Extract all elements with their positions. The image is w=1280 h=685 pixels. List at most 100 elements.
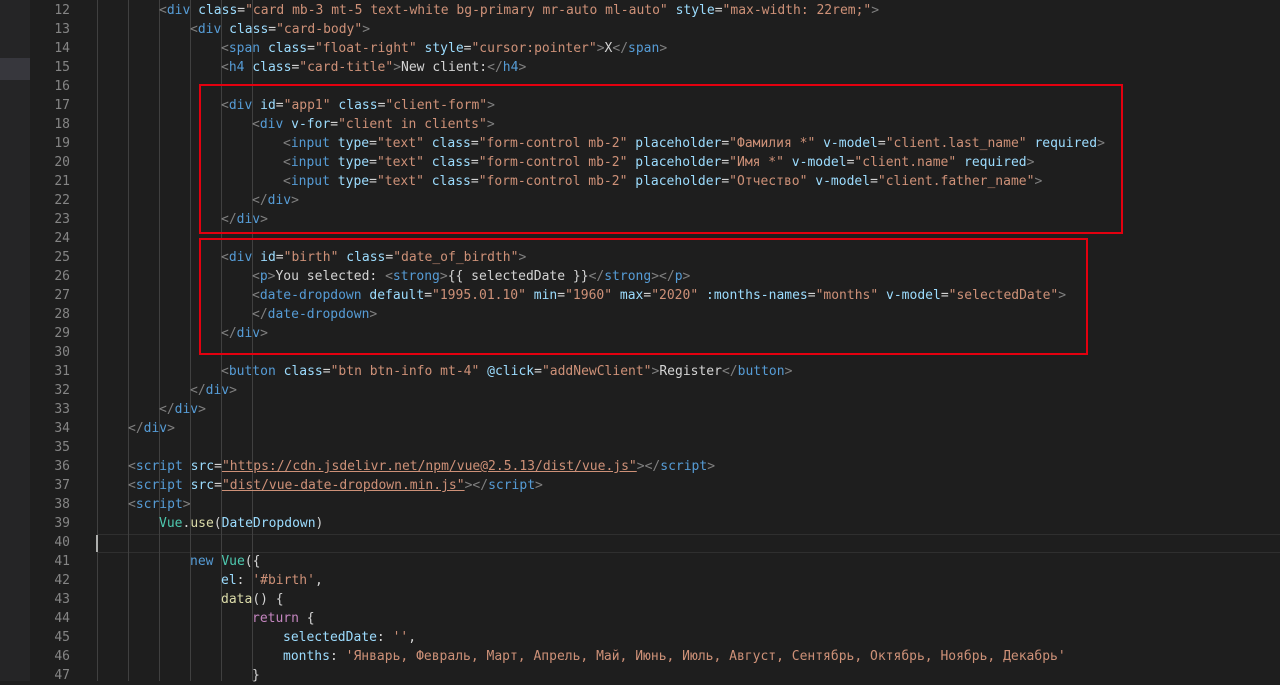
code-line[interactable]: 35 — [0, 438, 1280, 457]
code-token: @click — [487, 364, 535, 379]
line-number: 29 — [54, 326, 70, 341]
line-text: </div> — [159, 400, 206, 419]
code-line[interactable]: 46 months: 'Январь, Февраль, Март, Апрель… — [0, 647, 1280, 666]
code-line[interactable]: 34 </div> — [0, 419, 1280, 438]
code-token: </ — [159, 402, 175, 417]
code-token: </ — [190, 383, 206, 398]
code-token: = — [237, 3, 246, 18]
code-token: </ — [612, 41, 629, 56]
code-token: span — [228, 41, 261, 56]
code-token: selectedDate — [283, 630, 377, 645]
code-line[interactable]: 37 <script src="dist/vue-date-dropdown.mi… — [0, 476, 1280, 495]
line-text: </div> — [190, 381, 237, 400]
code-token: Vue — [221, 554, 245, 569]
line-number: 44 — [54, 611, 70, 626]
code-token: style — [675, 3, 715, 18]
line-text: <div class="card-body"> — [190, 20, 370, 39]
line-number: 25 — [54, 250, 70, 265]
code-token: > — [182, 497, 191, 512]
code-line[interactable]: 39 Vue.use(DateDropdown) — [0, 514, 1280, 533]
code-token: = — [214, 478, 222, 493]
line-number: 30 — [54, 345, 70, 360]
code-token: script — [488, 478, 536, 493]
code-token: script — [135, 459, 183, 474]
code-token: "card-body" — [276, 22, 363, 37]
code-line[interactable]: 44 return { — [0, 609, 1280, 628]
code-token: > — [167, 421, 175, 436]
code-token: { — [298, 611, 315, 626]
code-line[interactable]: 43 data() { — [0, 590, 1280, 609]
line-number: 20 — [54, 155, 70, 170]
code-token: script — [660, 459, 708, 474]
code-line[interactable]: 41 new Vue({ — [0, 552, 1280, 571]
code-token: class — [283, 364, 323, 379]
line-number: 18 — [54, 117, 70, 132]
code-token: > — [659, 41, 668, 56]
code-token: months — [283, 649, 330, 664]
code-token: style — [424, 41, 464, 56]
line-number: 36 — [54, 459, 70, 474]
code-line[interactable]: 12 <div class="card mb-3 mt-5 text-white … — [0, 1, 1280, 20]
code-token: el — [221, 573, 237, 588]
code-token: ( — [213, 516, 222, 531]
line-number: 42 — [54, 573, 70, 588]
code-token: > — [362, 22, 371, 37]
line-text: <button class="btn btn-info mt-4" @click… — [221, 362, 792, 381]
code-token: () { — [252, 592, 284, 607]
code-token: < — [128, 478, 136, 493]
line-number: 26 — [54, 269, 70, 284]
code-token: = — [307, 41, 315, 56]
line-number: 32 — [54, 383, 70, 398]
line-number: 39 — [54, 516, 70, 531]
code-token: : — [376, 630, 393, 645]
code-token: > — [198, 402, 206, 417]
code-line[interactable]: 31 <button class="btn btn-info mt-4" @cli… — [0, 362, 1280, 381]
code-token: src — [190, 459, 215, 474]
code-token: "card-title" — [299, 60, 394, 75]
line-number: 22 — [54, 193, 70, 208]
code-line[interactable]: 45 selectedDate: '', — [0, 628, 1280, 647]
code-token: div — [205, 383, 230, 398]
code-token: </ — [487, 60, 503, 75]
line-text: <span class="float-right" style="cursor:… — [221, 39, 667, 58]
line-number: 46 — [54, 649, 70, 664]
line-number: 28 — [54, 307, 70, 322]
code-line[interactable]: 33 </div> — [0, 400, 1280, 419]
code-token: button — [228, 364, 276, 379]
code-line[interactable]: 47} — [0, 666, 1280, 685]
code-token: : — [329, 649, 346, 664]
code-line[interactable]: 15 <h4 class="card-title">New client:</h4… — [0, 58, 1280, 77]
code-line[interactable]: 38 <script> — [0, 495, 1280, 514]
code-token: class — [198, 3, 238, 18]
code-line[interactable]: 32 </div> — [0, 381, 1280, 400]
line-number: 27 — [54, 288, 70, 303]
line-number: 23 — [54, 212, 70, 227]
code-token: New client: — [401, 60, 488, 75]
code-token: Register — [659, 364, 722, 379]
code-token: class — [229, 22, 269, 37]
text-cursor — [96, 535, 98, 552]
code-token: "max-width: 22rem;" — [722, 3, 872, 18]
code-line[interactable]: 13 <div class="card-body"> — [0, 20, 1280, 39]
code-token: ({ — [244, 554, 261, 569]
line-number: 45 — [54, 630, 70, 645]
code-line[interactable]: 36 <script src="https://cdn.jsdelivr.net/… — [0, 457, 1280, 476]
code-line[interactable]: 14 <span class="float-right" style="curso… — [0, 39, 1280, 58]
line-number: 14 — [54, 41, 70, 56]
code-token: "float-right" — [314, 41, 417, 56]
code-token: : — [236, 573, 253, 588]
code-token: > — [229, 383, 237, 398]
code-token: "card mb-3 mt-5 text-white bg-primary mr… — [245, 3, 668, 18]
code-token: > — [535, 478, 543, 493]
code-line[interactable]: 42 el: '#birth', — [0, 571, 1280, 590]
line-text: <script> — [128, 495, 191, 514]
code-token: script — [135, 497, 183, 512]
code-line[interactable]: 40 — [0, 533, 1280, 552]
